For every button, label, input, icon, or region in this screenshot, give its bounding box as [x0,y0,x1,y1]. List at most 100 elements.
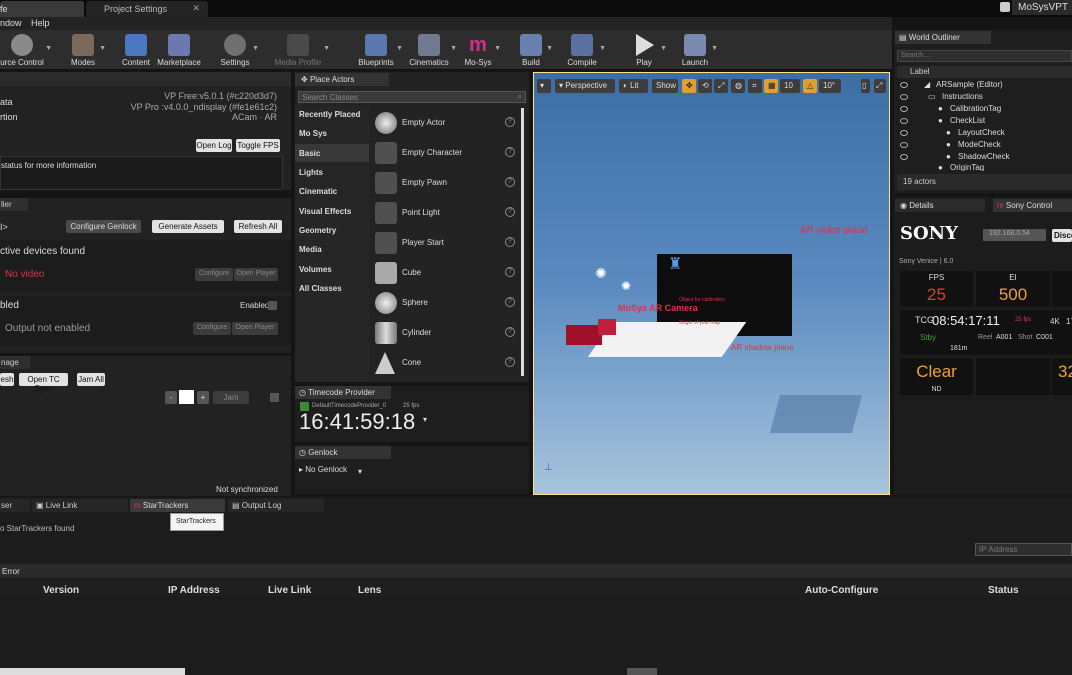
eye-icon[interactable] [900,118,908,124]
eye-icon[interactable] [900,82,908,88]
grid-size-button[interactable]: 10 [780,79,800,93]
tab-output-log[interactable]: ▤ Output Log [228,499,324,512]
category-cinematic[interactable]: Cinematic [299,187,337,196]
help-icon[interactable]: ? [505,327,515,337]
outliner-row[interactable]: ● ModeCheck [898,140,1070,152]
tab-project-settings[interactable]: Project Settings ✕ [86,1,208,17]
enabled-checkbox[interactable] [268,301,277,310]
help-icon[interactable]: ? [505,117,515,127]
scrollbar-thumb[interactable] [627,668,657,675]
world-icon[interactable]: ◍ [731,79,745,93]
chevron-down-icon[interactable]: ▾ [423,415,427,424]
category-recently-placed[interactable]: Recently Placed [299,110,360,119]
menu-window[interactable]: ndow [0,18,22,28]
settings-button[interactable]: Settings ▼ [219,30,259,70]
genlock-value[interactable]: ▸ No Genlock [299,465,347,474]
column-auto-configure[interactable]: Auto-Configure [805,585,878,596]
open-log-button[interactable]: Open Log [196,139,232,152]
horizontal-scrollbar[interactable] [0,668,185,675]
actor-sphere[interactable]: Sphere? [372,290,522,316]
category-basic[interactable]: Basic [299,149,320,158]
configure-button-1[interactable]: Configure [195,268,233,281]
actor-cube[interactable]: Cube? [372,260,522,286]
cinematics-button[interactable]: Cinematics ▼ [409,30,457,70]
close-icon[interactable]: ✕ [192,3,200,14]
angle-size-button[interactable]: 10° [819,79,841,93]
ip-address-input[interactable]: IP Address [975,543,1072,556]
actor-empty-pawn[interactable]: Empty Pawn? [372,170,522,196]
rotate-icon[interactable]: ⟲ [698,79,712,93]
ip-address-field[interactable]: 192.168.0.54 [983,229,1046,241]
viewport-options-button[interactable]: ▾ [537,79,551,93]
category-mo-sys[interactable]: Mo Sys [299,129,327,138]
outliner-row[interactable]: ◢ ARSample (Editor) [898,80,1070,92]
outliner-row[interactable]: ● LayoutCheck [898,128,1070,140]
mosys-button[interactable]: m Mo-Sys ▼ [463,30,501,70]
refresh-all-button[interactable]: Refresh All [234,220,282,233]
tab-sony-control[interactable]: m Sony Control [993,199,1072,212]
shutter-cell[interactable]: 32 [1052,358,1072,395]
tab-timecode-provider[interactable]: ◷ Timecode Provider [295,386,391,399]
column-version[interactable]: Version [43,585,79,596]
configure-button-2[interactable]: Configure [193,322,231,335]
actor-cylinder[interactable]: Cylinder? [372,320,522,346]
help-icon[interactable]: ? [505,357,515,367]
actor-player-start[interactable]: Player Start? [372,230,522,256]
open-player-button-2[interactable]: Open Player [232,322,278,335]
actor-empty-actor[interactable]: Empty Actor? [372,110,522,136]
marketplace-button[interactable]: Marketplace [157,30,201,70]
outliner-row[interactable]: ▭ Instructions [898,92,1070,104]
category-visual-effects[interactable]: Visual Effects [299,207,351,216]
actor-cone[interactable]: Cone? [372,350,522,376]
help-icon[interactable]: ? [505,207,515,217]
surface-snap-icon[interactable]: ⌗ [748,79,762,93]
help-icon[interactable]: ? [505,267,515,277]
show-button[interactable]: Show [652,79,678,93]
outliner-search-input[interactable]: Search... [897,50,1072,62]
actor-empty-character[interactable]: Empty Character? [372,140,522,166]
outliner-row[interactable]: ● CalibrationTag [898,104,1070,116]
eye-icon[interactable] [900,94,908,100]
toggle-fps-button[interactable]: Toggle FPS [236,139,280,152]
angle-snap-icon[interactable]: △ [803,79,817,93]
help-icon[interactable]: ? [505,177,515,187]
camera-speed-icon[interactable]: ▯ [861,79,870,93]
eye-icon[interactable] [900,154,908,160]
outliner-row[interactable]: ● CheckList [898,116,1070,128]
category-geometry[interactable]: Geometry [299,226,336,235]
jam-all-button[interactable]: Jam All [77,373,105,386]
open-tc-sync-button[interactable]: Open TC Sync [19,373,68,393]
help-icon[interactable]: ? [505,237,515,247]
nd-cell[interactable]: Clear ND [900,358,973,395]
eye-icon[interactable] [900,142,908,148]
source-control-button[interactable]: urce Control ▼ [0,30,52,70]
jam-checkbox[interactable] [270,393,279,402]
tab-world-outliner[interactable]: ▤ World Outliner [895,31,991,44]
actors-scrollbar[interactable] [521,108,524,376]
fps-cell[interactable]: FPS 25 [900,271,973,307]
column-status[interactable]: Status [988,585,1019,596]
disconnect-button[interactable]: Disco [1052,229,1072,242]
help-icon[interactable]: ? [505,297,515,307]
configure-genlock-button[interactable]: Configure Genlock [66,220,141,233]
compile-button[interactable]: Compile ▼ [566,30,606,70]
actor-point-light[interactable]: Point Light? [372,200,522,226]
column-ip-address[interactable]: IP Address [168,585,220,596]
help-icon[interactable]: ? [505,147,515,157]
decrement-button[interactable]: - [165,391,177,404]
eye-icon[interactable] [900,106,908,112]
chevron-down-icon[interactable]: ▾ [358,467,362,476]
tab-live-link[interactable]: ▣ Live Link [32,499,128,512]
build-button[interactable]: Build ▼ [517,30,553,70]
search-classes-input[interactable]: Search Classes ⌕ [298,91,526,103]
maximize-icon[interactable]: ⤢ [874,79,886,93]
outliner-row[interactable]: ● OriginTag [898,163,1070,171]
tab-main[interactable]: fe [0,1,84,17]
grid-snap-icon[interactable]: ▦ [764,79,778,93]
category-lights[interactable]: Lights [299,168,323,177]
lit-button[interactable]: ◐ Lit [619,79,648,93]
menu-help[interactable]: Help [31,18,50,28]
timecode-cell[interactable]: TCG 08:54:17:11 25 fps 4K 17 Stby Reel A… [900,310,1072,355]
column-lens[interactable]: Lens [358,585,381,596]
tab-user[interactable]: ser [0,499,30,512]
